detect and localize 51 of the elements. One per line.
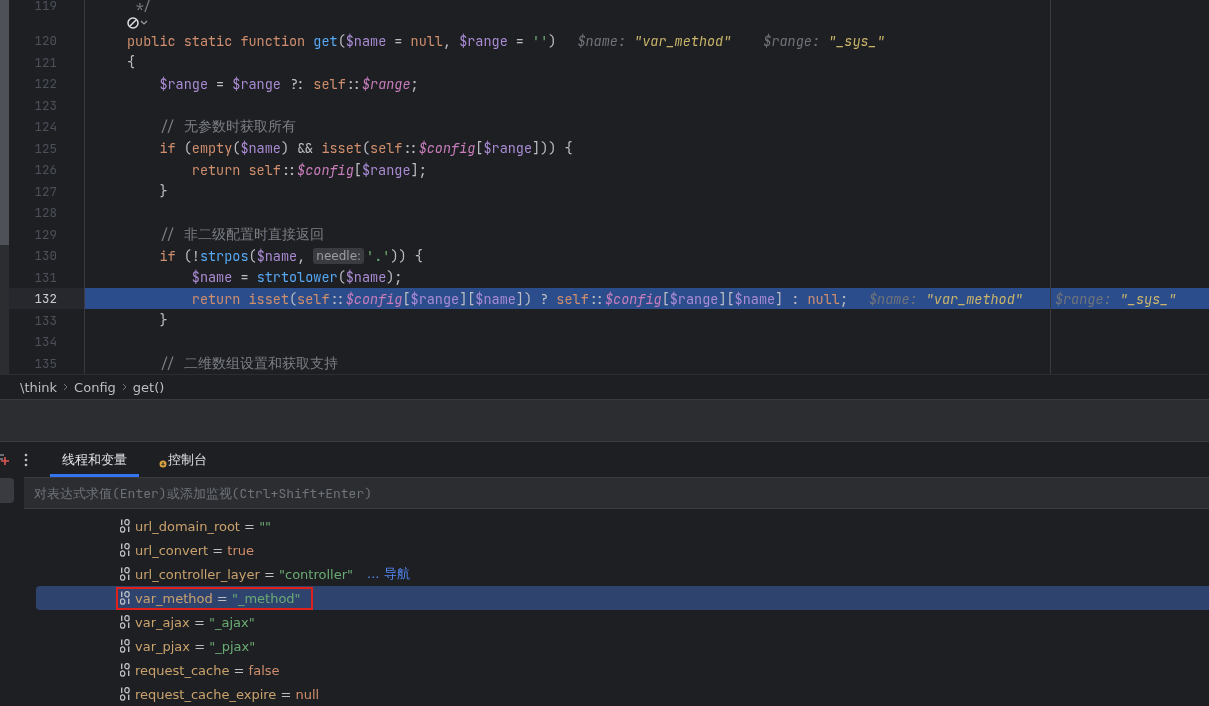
variable-entry[interactable]: var_method = "_method" [135,590,301,606]
panel-tab[interactable]: 控制台 [147,442,219,477]
code-text: if (empty($name) && isset(self::$config[$range])) { [158,139,573,158]
binary-value-icon [120,519,132,533]
variable-entry[interactable]: var_ajax = "_ajax" [135,614,255,630]
variable-entry[interactable]: request_cache = false [135,662,280,678]
chevron-down-icon[interactable] [140,20,148,27]
chevron-right-icon [121,383,127,391]
code-text: return self::$config[$range]; [190,160,427,179]
binary-value-icon [120,591,132,605]
inline-value-hint: $range: "_sys_" [763,31,885,50]
variable-entry[interactable]: request_cache_expire = null [135,686,320,702]
variable-entry[interactable]: var_pjax = "_pjax" [135,638,256,654]
variable-entry[interactable]: url_controller_layer = "controller" [135,566,353,582]
code-text: // 非二级配置时直接返回 [158,224,324,244]
code-text: } [158,182,168,201]
code-vision-icon[interactable] [127,17,139,30]
scrollbar[interactable] [0,0,9,374]
inline-value-hint: $name: "var_method" [577,31,732,50]
inline-value-hint: $range: "_sys_" [1054,289,1177,308]
code-text: } [158,311,168,330]
code-text: public static function get($name = null, $range = '') [127,31,557,50]
code-text: { [127,53,136,72]
binary-value-icon [120,615,132,629]
code-text: return isset(self::$config[$range][$name]) ? self::$config[$range][$name] : null; [190,289,848,308]
inline-value-hint: $name: "var_method" [869,289,1023,308]
breadcrumb[interactable]: \think [20,379,58,395]
variable-entry[interactable]: url_domain_root = "" [135,518,272,534]
evaluate-field[interactable]: 对表达式求值(Enter)或添加监视(Ctrl+Shift+Enter) [24,477,1209,509]
code-text: if (!strpos($name, [158,246,307,265]
breadcrumb[interactable]: get() [132,379,165,395]
navigate-link[interactable]: ... 导航 [367,565,410,583]
code-text: */ [134,0,152,15]
chevron-right-icon [63,383,69,391]
more-icon[interactable] [24,452,28,467]
breadcrumb[interactable]: Config [74,379,116,395]
binary-value-icon [120,687,132,701]
code-text: $name = strtolower($name); [190,268,403,287]
code-text: '.')) { [366,246,423,265]
binary-value-icon [120,663,132,677]
code-text: // 二维数组设置和获取支持 [158,353,338,373]
code-text: $range = $range ?: self::$range; [158,74,419,93]
selected-row[interactable]: var_method = "_method" [36,586,1209,610]
binary-value-icon [120,567,132,581]
code-text: // 无参数时获取所有 [158,117,296,137]
binary-value-icon [120,639,132,653]
parameter-hint: needle: [313,247,365,264]
add-icon[interactable] [0,452,9,466]
binary-value-icon [120,543,132,557]
variable-entry[interactable]: url_convert = true [135,542,255,558]
line-number: 132 [33,290,57,308]
